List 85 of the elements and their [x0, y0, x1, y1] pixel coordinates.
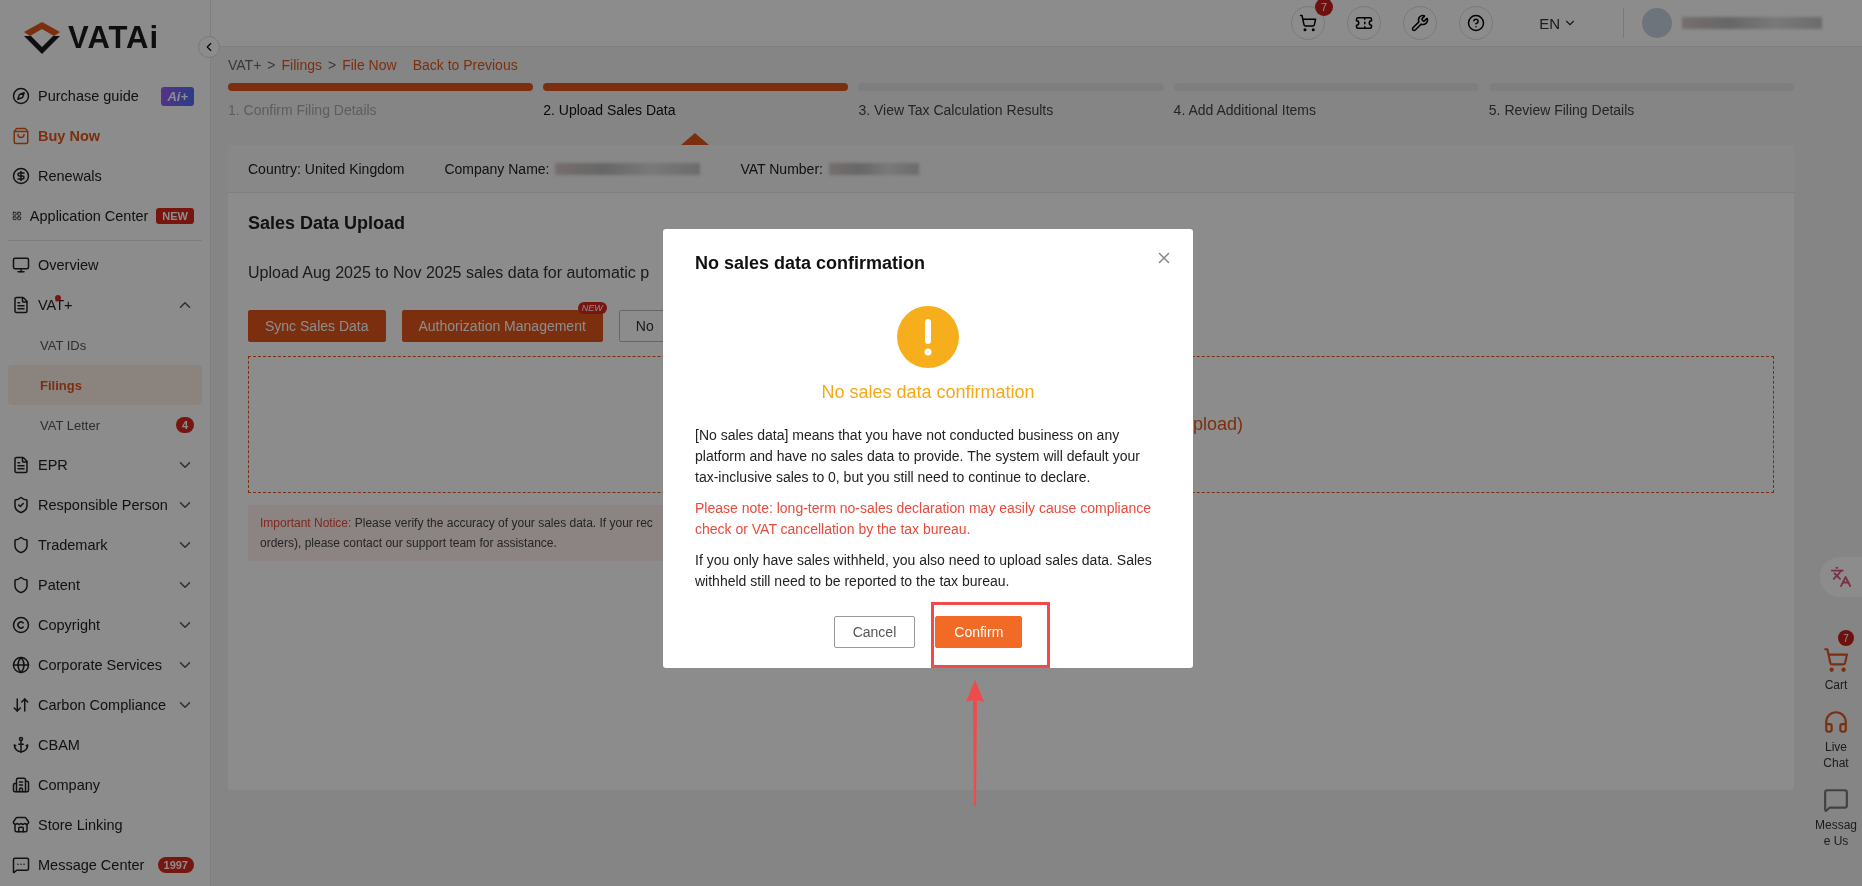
shield-icon [12, 576, 30, 594]
vat-label: VAT Number: [740, 160, 823, 177]
sidebar-item[interactable]: Application Center NEW [8, 196, 202, 236]
confirm-button[interactable]: Confirm [935, 616, 1023, 648]
anchor-icon [12, 736, 30, 754]
description-text: Upload Aug 2025 to Nov 2025 sales data for automatic p [248, 264, 650, 282]
sidebar-item[interactable]: VAT+ [8, 285, 202, 325]
chat-icon [12, 856, 30, 874]
sidebar-subitem[interactable]: VAT Letter 4 [8, 405, 202, 445]
sidebar-item[interactable]: Store Linking [8, 805, 202, 845]
badge: 1997 [157, 857, 194, 873]
sidebar-item[interactable]: Message Center 1997 [8, 845, 202, 885]
warning-icon [897, 306, 959, 368]
breadcrumb-separator: > [267, 57, 276, 73]
document-icon [12, 296, 30, 314]
new-badge: NEW [577, 302, 607, 314]
sidebar-item[interactable]: Corporate Services [8, 645, 202, 685]
sidebar-item[interactable]: Renewals [8, 156, 202, 196]
buy-now-item[interactable]: Buy Now [8, 116, 202, 156]
sidebar-item[interactable]: Overview [8, 245, 202, 285]
sidebar-item[interactable]: CBAM [8, 725, 202, 765]
action-button[interactable]: Sync Sales Data [248, 310, 386, 342]
rail-button[interactable]: Cart [1814, 647, 1858, 693]
message-icon [1823, 787, 1849, 813]
breadcrumb-separator: > [328, 57, 337, 73]
ticket-button[interactable] [1347, 6, 1382, 40]
sidebar-subitem[interactable]: VAT IDs [8, 325, 202, 365]
sidebar-item[interactable]: Company [8, 765, 202, 805]
company-label: Company Name: [444, 160, 550, 177]
globe-icon [12, 656, 30, 674]
help-icon [1467, 14, 1486, 32]
notice-text: Important Notice: Please verify the accuracy of your sales data. If your rec [260, 515, 653, 532]
sidebar-item[interactable]: Responsible Person [8, 485, 202, 525]
sidebar-item[interactable]: Copyright [8, 605, 202, 645]
sidebar-item[interactable]: Trademark [8, 525, 202, 565]
action-button[interactable]: Authorization Management [401, 310, 603, 342]
step-label[interactable]: 5. Review Filing Details [1488, 102, 1635, 118]
country-text: Country: United Kingdom [248, 160, 405, 177]
translate-button[interactable] [1820, 557, 1862, 597]
wrench-button[interactable] [1403, 6, 1438, 40]
cart-icon [1299, 14, 1318, 32]
badge: NEW [156, 208, 194, 224]
ticket-icon [1355, 14, 1374, 32]
rail-button[interactable]: Live Chat [1814, 709, 1858, 771]
copyright-icon [12, 616, 30, 634]
section-title: Sales Data Upload [248, 213, 407, 234]
sidebar-item[interactable]: Carbon Compliance [8, 685, 202, 725]
warning-text: Please note: long-term no-sales declaration may easily cause compliance check or VAT cancellation by the tax bureau. [695, 499, 1152, 539]
dialog-text: [No sales data] means that you have not conducted business on any platform and have no sales data to provide. The system will default your tax-inclusive sales to 0, but you still need to continue to declare. [695, 426, 1141, 487]
logo-text: VATAi [68, 20, 160, 56]
language-selector[interactable]: EN [1533, 13, 1583, 33]
badge: Ai+ [161, 86, 194, 106]
compass-icon [12, 87, 30, 105]
dropzone-text: pload) [1192, 414, 1243, 435]
shopping-bag-icon [12, 127, 30, 145]
rail-button[interactable]: Messag e Us [1814, 787, 1858, 849]
count-badge: 7 [1838, 630, 1854, 646]
help-button[interactable] [1459, 6, 1494, 40]
translate-icon [1830, 566, 1852, 588]
step-label[interactable]: 2. Upload Sales Data [543, 102, 676, 118]
sidebar-item[interactable]: Purchase guide Ai+ [8, 76, 202, 116]
breadcrumb-item: VAT+ [228, 57, 262, 73]
store-icon [12, 816, 30, 834]
coin-icon [12, 167, 30, 185]
step-label[interactable]: 3. View Tax Calculation Results [858, 102, 1054, 118]
count-badge: 4 [175, 417, 194, 433]
dialog-title: No sales data confirmation [695, 253, 927, 274]
wrench-icon [1411, 14, 1430, 32]
notice-text: orders), please contact our support team for assistance. [260, 535, 557, 552]
sidebar-item[interactable]: Patent [8, 565, 202, 605]
cancel-button[interactable]: Cancel [833, 616, 916, 648]
shield-check-icon [12, 496, 30, 514]
dialog-text: If you only have sales withheld, you also need to upload sales data. Sales withheld still need to be reported to the tax bureau. [695, 551, 1153, 591]
dialog-subtitle: No sales data confirmation [821, 382, 1035, 403]
headset-icon [1823, 709, 1849, 735]
count-badge: 7 [1315, 0, 1334, 16]
document-icon [12, 456, 30, 474]
building-icon [12, 776, 30, 794]
sidebar-item[interactable]: EPR [8, 445, 202, 485]
monitor-icon [12, 256, 30, 274]
cart-icon [1823, 647, 1849, 673]
shield-icon [12, 536, 30, 554]
step-label[interactable]: 4. Add Additional Items [1173, 102, 1317, 118]
arrows-icon [12, 696, 30, 714]
collapse-button[interactable] [198, 36, 220, 58]
